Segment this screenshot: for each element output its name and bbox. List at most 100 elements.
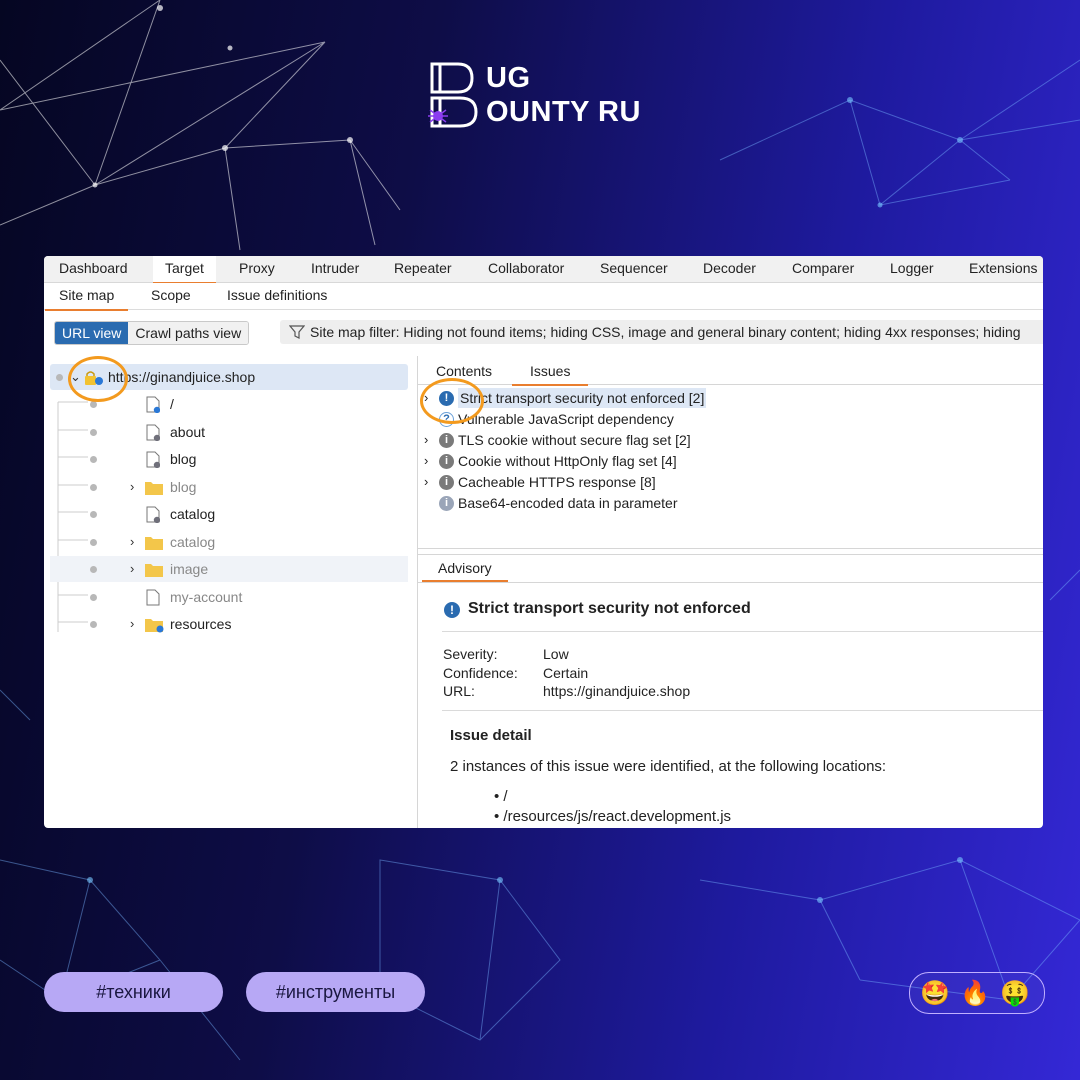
exclamation-icon: ! <box>444 602 460 618</box>
tree-node-dot <box>56 374 63 381</box>
document-icon <box>146 424 160 441</box>
tree-item-label: resources <box>170 616 232 632</box>
site-map-tree: ⌄ https://ginandjuice.shop / about blog › bl… <box>44 356 418 828</box>
tag-tools[interactable]: #инструменты <box>246 972 425 1012</box>
tree-node-dot <box>90 456 97 463</box>
advisory-divider <box>418 582 1043 583</box>
crawl-paths-view-button[interactable]: Crawl paths view <box>128 322 249 344</box>
tree-item-label: catalog <box>170 506 216 522</box>
chevron-right-icon[interactable]: › <box>130 529 134 555</box>
tree-node-dot <box>90 401 97 408</box>
tree-item[interactable]: › catalog <box>50 529 408 555</box>
confidence-label: Confidence: <box>443 665 518 681</box>
burp-suite-window: Dashboard Target Proxy Intruder Repeater… <box>44 256 1043 828</box>
brand-line-1: UG <box>486 62 531 94</box>
location-text: /resources/js/react.development.js <box>503 808 732 825</box>
site-map-filter-bar[interactable]: Site map filter: Hiding not found items;… <box>280 320 1043 344</box>
issue-label: Cookie without HttpOnly flag set [4] <box>458 453 677 469</box>
tree-item[interactable]: › image <box>50 556 408 582</box>
tab-comparer[interactable]: Comparer <box>792 256 854 282</box>
location-text: / <box>503 788 508 805</box>
brand-logo: UG OUNTY RU <box>428 60 668 130</box>
tab-collaborator[interactable]: Collaborator <box>488 256 564 282</box>
folder-icon <box>145 564 163 577</box>
issue-detail-heading: Issue detail <box>450 727 532 744</box>
sub-tab-bar: Site map Scope Issue definitions <box>44 283 1043 311</box>
tab-intruder[interactable]: Intruder <box>311 256 359 282</box>
chevron-right-icon[interactable]: › <box>424 472 428 492</box>
chevron-right-icon[interactable]: › <box>130 611 134 637</box>
tree-node-dot <box>90 566 97 573</box>
tab-advisory[interactable]: Advisory <box>422 558 508 582</box>
url-label: URL: <box>443 683 475 699</box>
issue-label: Cacheable HTTPS response [8] <box>458 474 656 490</box>
document-icon <box>146 396 160 413</box>
issue-label: Strict transport security not enforced [… <box>458 388 707 408</box>
tab-sequencer[interactable]: Sequencer <box>600 256 668 282</box>
highlight-ring-issue <box>420 378 484 424</box>
tree-item-label: my-account <box>170 588 243 605</box>
document-icon <box>146 451 160 468</box>
view-toggle: URL view Crawl paths view <box>54 321 250 345</box>
filter-text: Site map filter: Hiding not found items;… <box>310 324 1021 340</box>
info-icon: i <box>439 475 454 490</box>
location-item: • /resources/js/react.development.js <box>494 808 732 825</box>
folder-icon <box>145 481 163 495</box>
advisory-separator <box>442 710 1043 711</box>
money-mouth-emoji-icon[interactable]: 🤑 <box>1000 979 1030 1007</box>
tree-node-dot <box>90 593 97 601</box>
severity-label: Severity: <box>443 646 498 662</box>
info-icon-light: i <box>439 496 454 511</box>
tree-node-dot <box>90 511 97 518</box>
folder-icon <box>145 536 163 550</box>
tab-logger[interactable]: Logger <box>890 256 934 282</box>
chevron-right-icon[interactable]: › <box>424 430 428 450</box>
content-tabs: Contents Issues <box>418 356 1043 386</box>
tab-issues[interactable]: Issues <box>512 360 589 386</box>
tree-item[interactable]: › blog <box>50 474 408 500</box>
subtab-scope[interactable]: Scope <box>151 283 191 309</box>
severity-value: Low <box>543 646 569 662</box>
tag-techniques[interactable]: #техники <box>44 972 223 1012</box>
url-view-button[interactable]: URL view <box>55 322 129 344</box>
pane-divider <box>418 554 1043 555</box>
issue-detail-text: 2 instances of this issue were identifie… <box>450 758 887 775</box>
tree-item[interactable]: about <box>50 419 408 445</box>
advisory-separator <box>442 631 1043 632</box>
tree-node-dot <box>90 538 97 546</box>
folder-icon <box>145 619 164 633</box>
brand-line-2: OUNTY RU <box>486 96 641 128</box>
subtab-site-map[interactable]: Site map <box>45 283 129 311</box>
fire-emoji-icon[interactable]: 🔥 <box>960 979 990 1007</box>
tab-extensions[interactable]: Extensions <box>969 256 1037 282</box>
tab-proxy[interactable]: Proxy <box>239 256 275 282</box>
bug-bounty-logo-mark <box>428 62 478 128</box>
tree-item-label: about <box>170 423 206 440</box>
star-struck-emoji-icon[interactable]: 🤩 <box>920 979 950 1007</box>
pane-divider <box>418 548 1043 549</box>
emoji-reactions: 🤩 🔥 🤑 <box>909 972 1045 1014</box>
tree-root-label: https://ginandjuice.shop <box>108 369 256 385</box>
tree-node-dot <box>90 483 97 491</box>
tree-item[interactable]: catalog <box>50 501 408 527</box>
info-icon: i <box>439 454 454 469</box>
tab-decoder[interactable]: Decoder <box>703 256 756 282</box>
issue-label: Vulnerable JavaScript dependency <box>458 411 674 427</box>
chevron-right-icon[interactable]: › <box>424 451 428 471</box>
tree-item[interactable]: › resources <box>50 611 408 637</box>
tree-node-dot <box>90 428 97 436</box>
issue-label: Base64-encoded data in parameter <box>458 495 678 511</box>
issues-pane: Contents Issues ›! Strict transport secur… <box>418 356 1043 828</box>
tree-node-dot <box>90 621 97 628</box>
subtab-issue-definitions[interactable]: Issue definitions <box>227 283 327 309</box>
tree-item[interactable]: blog <box>50 446 408 472</box>
main-tab-bar: Dashboard Target Proxy Intruder Repeater… <box>44 256 1043 284</box>
tab-repeater[interactable]: Repeater <box>394 256 452 282</box>
tree-item[interactable]: my-account <box>50 584 408 610</box>
filter-icon <box>289 325 305 339</box>
chevron-right-icon[interactable]: › <box>130 474 134 500</box>
tab-target[interactable]: Target <box>153 256 216 284</box>
chevron-right-icon[interactable]: › <box>130 556 134 582</box>
tab-dashboard[interactable]: Dashboard <box>59 256 128 282</box>
highlight-ring-lock <box>68 356 128 402</box>
